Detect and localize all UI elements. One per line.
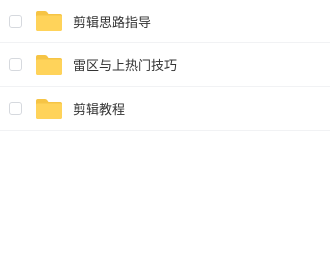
folder-icon — [35, 98, 63, 120]
file-row[interactable]: 剪辑教程 — [0, 87, 330, 131]
file-list: 剪辑思路指导 雷区与上热门技巧 剪辑教程 — [0, 0, 330, 131]
row-checkbox[interactable] — [9, 58, 22, 71]
folder-icon — [35, 10, 63, 32]
row-checkbox[interactable] — [9, 102, 22, 115]
file-name[interactable]: 雷区与上热门技巧 — [73, 55, 177, 74]
file-row[interactable]: 剪辑思路指导 — [0, 0, 330, 43]
row-checkbox[interactable] — [9, 14, 22, 28]
file-row[interactable]: 雷区与上热门技巧 — [0, 43, 330, 87]
file-name[interactable]: 剪辑教程 — [73, 99, 125, 118]
folder-icon — [35, 54, 63, 76]
file-name[interactable]: 剪辑思路指导 — [73, 12, 151, 31]
